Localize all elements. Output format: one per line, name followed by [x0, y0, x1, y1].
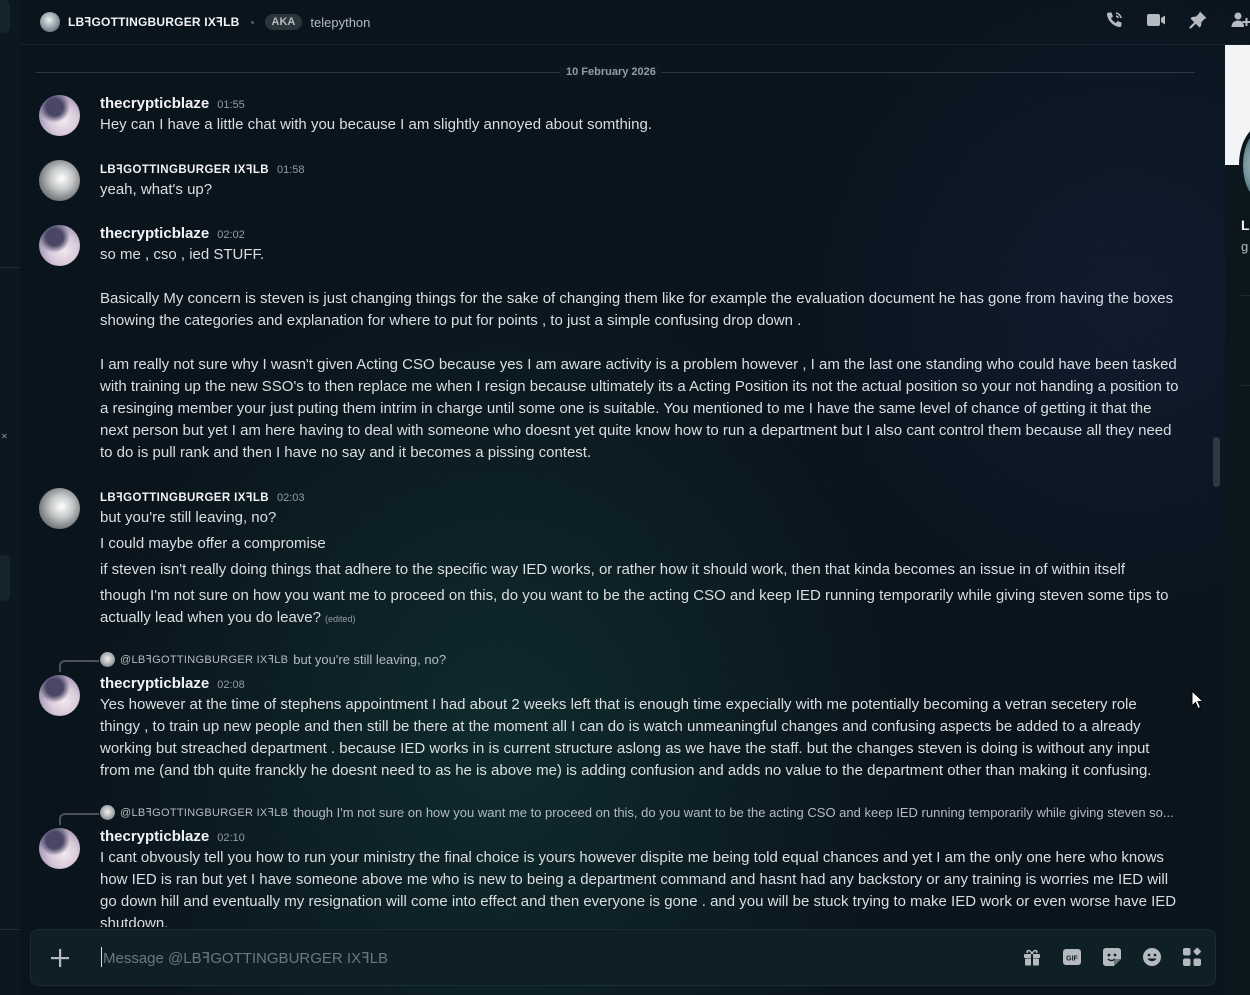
message-content: but you're still leaving, no? — [100, 509, 277, 526]
message-author[interactable]: LBꟻGOTTINGBURGER IXꟻLB — [100, 162, 269, 176]
avatar[interactable] — [39, 225, 80, 266]
message-header: thecrypticblaze 01:55 — [100, 95, 245, 112]
message-timestamp[interactable]: 01:58 — [277, 164, 305, 176]
message-header: thecrypticblaze 02:10 — [100, 828, 245, 845]
message-author[interactable]: thecrypticblaze — [100, 225, 209, 242]
reply-mention[interactable]: @LBꟻGOTTINGBURGER IXꟻLB — [120, 806, 288, 819]
message-author[interactable]: thecrypticblaze — [100, 95, 209, 112]
avatar[interactable] — [39, 675, 80, 716]
dm-title[interactable]: LBꟻGOTTINGBURGER IXꟻLB — [68, 15, 240, 29]
reply-text[interactable]: but you're still leaving, no? — [293, 652, 446, 667]
sidebar-item-edge[interactable] — [0, 555, 10, 601]
message-content: I could maybe offer a compromise — [100, 535, 326, 552]
pin-icon[interactable] — [1188, 10, 1208, 30]
sticker-icon[interactable] — [1101, 946, 1123, 968]
emoji-icon[interactable] — [1141, 946, 1163, 968]
profile-divider — [1241, 385, 1250, 386]
scrollbar-thumb[interactable] — [1213, 437, 1220, 487]
phone-icon[interactable] — [1104, 10, 1124, 30]
avatar[interactable] — [39, 160, 80, 201]
reply-text[interactable]: though I'm not sure on how you want me t… — [293, 805, 1173, 820]
date-divider: 10 February 2026 — [560, 66, 662, 78]
reply-preview[interactable]: @LBꟻGOTTINGBURGER IXꟻLB though I'm not s… — [100, 805, 1180, 820]
sidebar-item-edge[interactable] — [0, 0, 10, 33]
avatar[interactable] — [39, 488, 80, 529]
message-content: I cant obvously tell you how to run your… — [100, 849, 1180, 927]
message-clip: I cant obvously tell you how to run your… — [100, 847, 1180, 927]
sidebar-edge-glyph: ✕ — [1, 432, 8, 441]
edited-marker: (edited) — [325, 614, 356, 624]
separator-dot — [250, 20, 254, 24]
apps-icon[interactable] — [1181, 946, 1203, 968]
plus-icon[interactable] — [48, 946, 72, 970]
message-timestamp[interactable]: 01:55 — [217, 99, 245, 111]
message-content: if steven isn't really doing things that… — [100, 561, 1126, 578]
reply-spine — [59, 813, 99, 825]
avatar — [100, 805, 115, 820]
reply-mention[interactable]: @LBꟻGOTTINGBURGER IXꟻLB — [120, 653, 288, 666]
avatar — [100, 652, 115, 667]
avatar[interactable] — [40, 12, 60, 32]
profile-name-edge: L — [1241, 217, 1250, 233]
message-author[interactable]: thecrypticblaze — [100, 675, 209, 692]
message-header: LBꟻGOTTINGBURGER IXꟻLB 01:58 — [100, 162, 305, 176]
gift-icon[interactable] — [1021, 946, 1043, 968]
message-author[interactable]: LBꟻGOTTINGBURGER IXꟻLB — [100, 490, 269, 504]
reply-spine — [59, 660, 99, 672]
message-input[interactable] — [101, 944, 985, 972]
message-header: thecrypticblaze 02:02 — [100, 225, 245, 242]
message-timestamp[interactable]: 02:03 — [277, 492, 305, 504]
gif-icon[interactable]: GIF — [1061, 946, 1083, 968]
message-header: thecrypticblaze 02:08 — [100, 675, 245, 692]
message-timestamp[interactable]: 02:02 — [217, 229, 245, 241]
profile-divider — [1241, 295, 1250, 296]
composer-actions: GIF — [1021, 946, 1203, 968]
message-text: though I'm not sure on how you want me t… — [100, 587, 1173, 626]
sidebar-divider — [0, 929, 20, 930]
video-icon[interactable] — [1146, 10, 1166, 30]
message-composer: GIF — [30, 929, 1216, 986]
aka-name: telepython — [310, 14, 371, 30]
dm-header: LBꟻGOTTINGBURGER IXꟻLB AKA telepython — [20, 0, 1250, 45]
aka-badge: AKA — [264, 14, 303, 30]
sidebar-divider — [0, 267, 20, 268]
header-actions — [1104, 10, 1250, 30]
message-content: Hey can I have a little chat with you be… — [100, 116, 652, 133]
message-content: Basically My concern is steven is just c… — [100, 290, 1178, 329]
server-sidebar-edge: ✕ — [0, 0, 20, 995]
message-content: though I'm not sure on how you want me t… — [100, 585, 1180, 630]
message-content: yeah, what's up? — [100, 181, 213, 198]
message-timestamp[interactable]: 02:08 — [217, 679, 245, 691]
message-content: so me , cso , ied STUFF. — [100, 246, 265, 263]
message-timestamp[interactable]: 02:10 — [217, 832, 245, 844]
avatar[interactable] — [39, 95, 80, 136]
mouse-cursor-icon — [1191, 689, 1205, 710]
message-content: Yes however at the time of stephens appo… — [100, 696, 1154, 779]
reply-preview[interactable]: @LBꟻGOTTINGBURGER IXꟻLB but you're still… — [100, 652, 446, 667]
message-author[interactable]: thecrypticblaze — [100, 828, 209, 845]
svg-text:GIF: GIF — [1066, 956, 1078, 963]
message-header: LBꟻGOTTINGBURGER IXꟻLB 02:03 — [100, 490, 305, 504]
avatar[interactable] — [39, 828, 80, 869]
add-friend-icon[interactable] — [1230, 10, 1250, 30]
message-content: I am really not sure why I wasn't given … — [100, 356, 1183, 461]
user-profile-panel: L g — [1225, 45, 1250, 995]
profile-username-edge: g — [1241, 239, 1249, 254]
